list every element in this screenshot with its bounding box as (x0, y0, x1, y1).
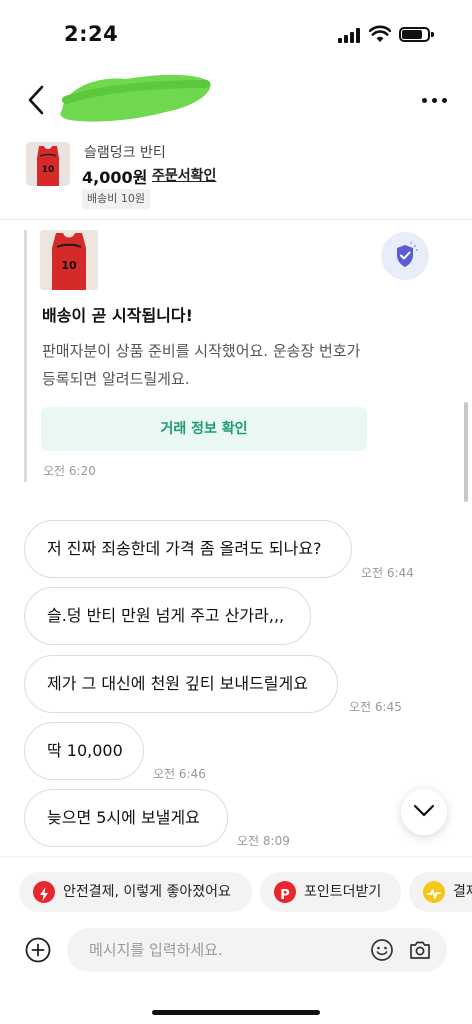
quick-reply-chip[interactable]: 안전결제, 이렇게 좋아졌어요 (19, 872, 252, 912)
message-bubble: 슬.덩 반티 만원 넘게 주고 산가라,,, (24, 587, 311, 645)
message-time: 오전 8:09 (237, 834, 290, 848)
shield-icon (397, 242, 418, 267)
quick-reply-chip[interactable]: P 포인트더받기 (260, 872, 401, 912)
safe-payment-shield-button[interactable] (381, 232, 429, 280)
product-thumbnail: 10 (26, 142, 70, 186)
scroll-to-bottom-button[interactable] (401, 789, 447, 835)
back-icon[interactable] (24, 84, 48, 116)
card-timestamp: 오전 6:20 (43, 464, 96, 478)
more-icon[interactable] (420, 90, 450, 110)
redacted-username (60, 74, 211, 122)
shipping-notice-card: 10 배송이 곧 시작됩니다! 판매자분이 상품 준비를 시작했어요. 운송장 … (24, 230, 374, 482)
emoji-icon[interactable] (370, 938, 394, 962)
chip-label: 안전결제, 이렇게 좋아졌어요 (63, 884, 231, 900)
message-time: 오전 6:46 (153, 767, 206, 781)
chip-label: 포인트더받기 (304, 884, 382, 900)
message-bubble: 늦으면 5시에 보낼게요 (24, 789, 228, 847)
card-product-image: 10 (40, 230, 98, 290)
lightning-icon (33, 881, 55, 903)
points-icon: P (274, 881, 296, 903)
message-composer (0, 928, 472, 1024)
cellular-signal-icon (338, 28, 362, 43)
card-title: 배송이 곧 시작됩니다! (42, 306, 193, 325)
chat-header (0, 70, 472, 130)
card-body: 판매자분이 상품 준비를 시작했어요. 운송장 번호가 등록되면 알려드릴게요. (42, 342, 361, 388)
message-bubble: 저 진짜 죄송한데 가격 좀 올려도 되나요? (24, 520, 352, 578)
svg-text:10: 10 (42, 165, 55, 175)
chip-label: 결제 (453, 884, 472, 900)
product-name: 슬램덩크 반티 (84, 145, 166, 161)
transaction-info-button[interactable]: 거래 정보 확인 (41, 407, 367, 451)
product-bar[interactable]: 10 슬램덩크 반티 4,000원 주문서확인 배송비 10원 (0, 138, 472, 220)
message-bubble: 제가 그 대신에 천원 깊티 보내드릴게요 (24, 655, 338, 713)
chevron-down-icon (413, 804, 435, 817)
plus-icon[interactable] (25, 937, 51, 963)
message-time: 오전 6:44 (361, 566, 414, 580)
svg-text:P: P (280, 888, 290, 903)
quick-reply-bar: 안전결제, 이렇게 좋아졌어요 P 포인트더받기 결제 (0, 856, 472, 928)
wifi-icon (369, 25, 391, 42)
message-time: 오전 6:45 (349, 700, 402, 714)
status-bar: 2:24 (0, 0, 472, 70)
pay-icon (423, 881, 445, 903)
camera-icon[interactable] (408, 938, 432, 962)
message-bubble: 딱 10,000 (24, 722, 144, 780)
order-confirm-link[interactable]: 주문서확인 (152, 165, 216, 185)
scrollbar[interactable] (464, 402, 468, 502)
shipping-fee-badge: 배송비 10원 (82, 189, 150, 209)
home-indicator (152, 1010, 320, 1015)
quick-reply-chip[interactable]: 결제 (409, 872, 472, 912)
product-price: 4,000원 (82, 168, 148, 187)
battery-icon (399, 27, 434, 42)
status-time: 2:24 (64, 22, 119, 46)
svg-text:10: 10 (61, 259, 77, 272)
